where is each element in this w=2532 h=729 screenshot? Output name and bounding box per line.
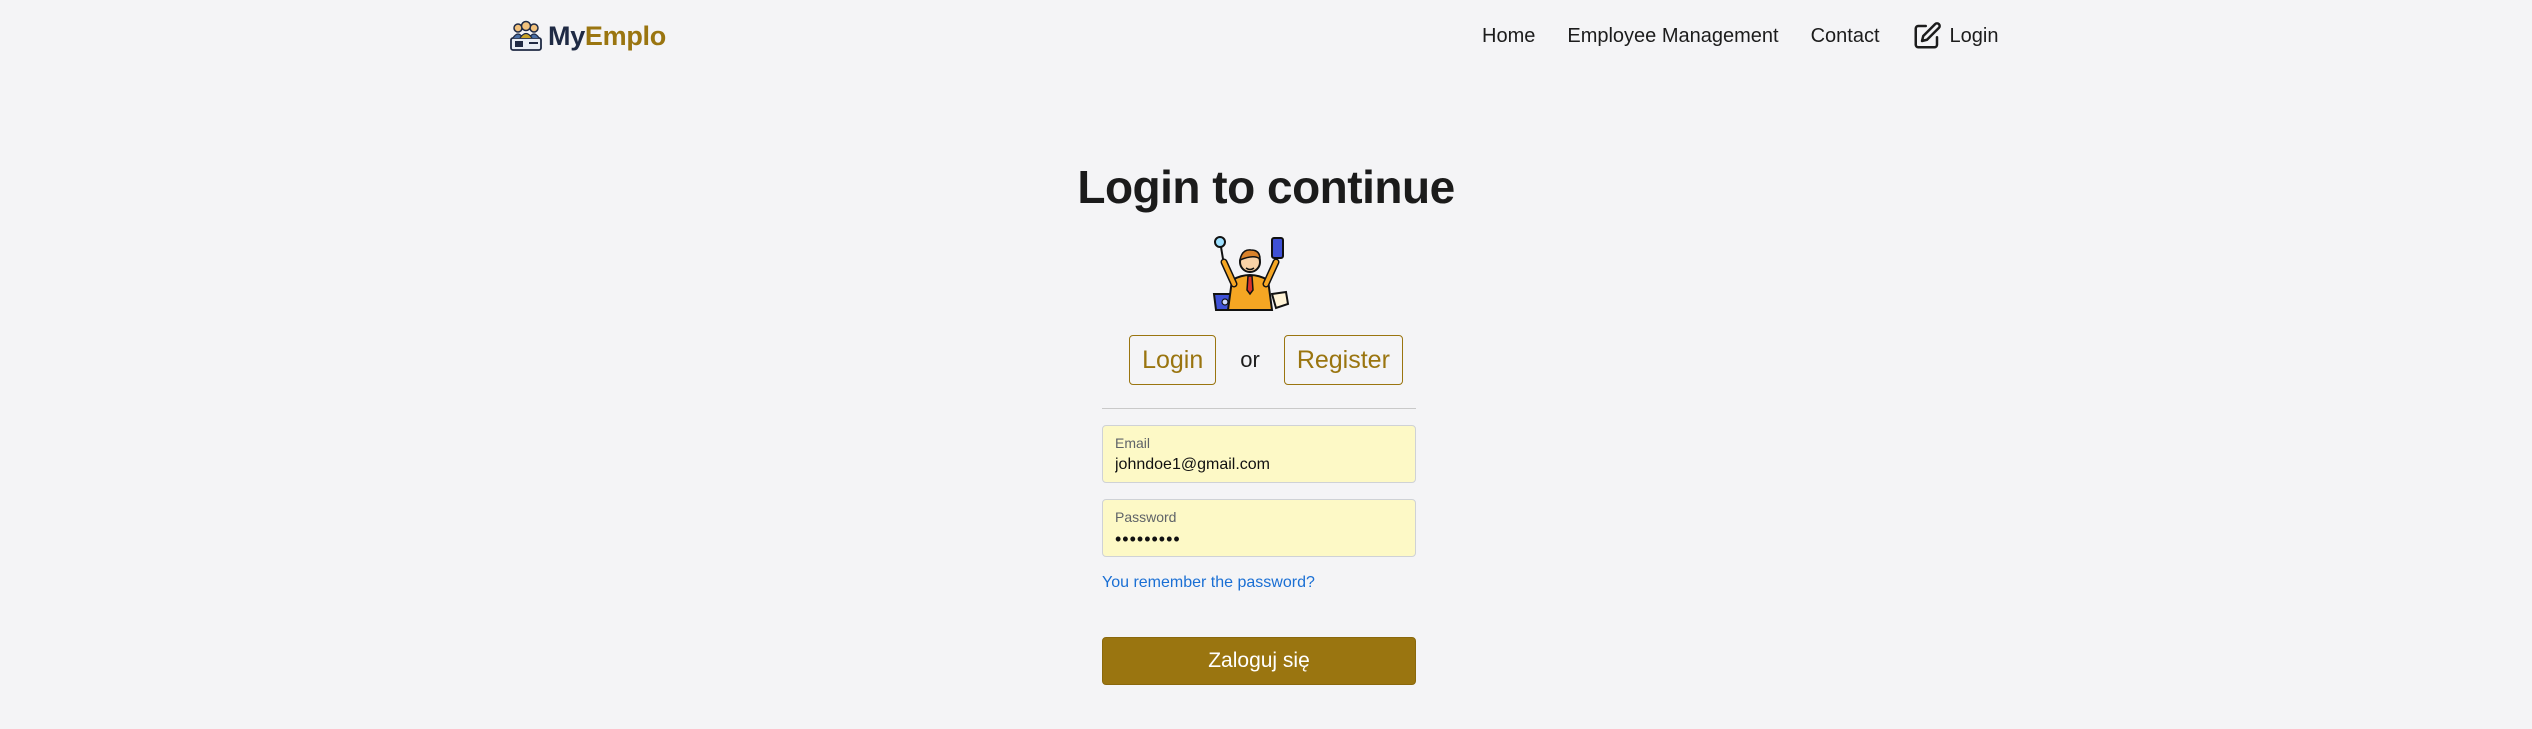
nav-home-link[interactable]: Home	[1482, 20, 1535, 52]
team-logo-icon	[510, 20, 542, 51]
email-field-label: Email	[1115, 435, 1151, 451]
top-navbar: MyEmplo Home Employee Management Contact…	[0, 0, 2532, 72]
auth-mode-switch: Login or Register	[0, 335, 2532, 385]
page-title: Login to continue	[1077, 161, 1455, 213]
nav-contact-link[interactable]: Contact	[1811, 20, 1880, 52]
brand-name-emplo: Emplo	[584, 20, 666, 51]
nav-employee-management-link[interactable]: Employee Management	[1567, 20, 1778, 52]
login-tab-button[interactable]: Login	[1129, 335, 1217, 385]
divider	[1102, 408, 1416, 409]
brand-home-link[interactable]: MyEmplo	[508, 16, 666, 56]
nav-login-link[interactable]: Login	[1912, 18, 1999, 54]
submit-login-button[interactable]: Zaloguj się	[1102, 637, 1416, 685]
register-tab-button[interactable]: Register	[1283, 335, 1403, 385]
main-nav: Home Employee Management Contact Login	[1482, 18, 1998, 54]
password-field-label: Password	[1115, 509, 1177, 525]
nav-login-label: Login	[1949, 25, 1999, 47]
password-field[interactable]: Password	[1102, 499, 1416, 557]
email-field[interactable]: Email	[1102, 425, 1416, 483]
or-separator: or	[1240, 347, 1260, 372]
password-input[interactable]	[1115, 527, 1405, 551]
forgot-password-link[interactable]: You remember the password?	[1102, 574, 1315, 592]
multitasking-employee-illustration	[1212, 236, 1290, 311]
brand-name-my: My	[548, 20, 585, 51]
email-input[interactable]	[1115, 453, 1405, 477]
edit-square-icon	[1914, 22, 1941, 49]
brand-name: MyEmplo	[548, 21, 666, 52]
